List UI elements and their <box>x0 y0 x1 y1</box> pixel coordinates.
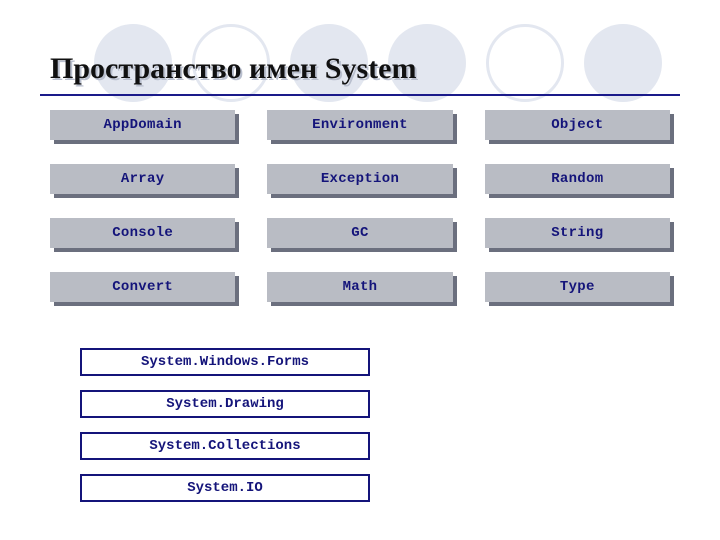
class-box: Environment <box>267 110 452 140</box>
class-box: Convert <box>50 272 235 302</box>
namespace-box: System.Windows.Forms <box>80 348 370 376</box>
class-box: Random <box>485 164 670 194</box>
class-box: Array <box>50 164 235 194</box>
class-label: AppDomain <box>50 110 235 140</box>
namespace-box: System.Drawing <box>80 390 370 418</box>
namespace-box: System.IO <box>80 474 370 502</box>
class-label: Object <box>485 110 670 140</box>
class-label: GC <box>267 218 452 248</box>
namespace-list: System.Windows.Forms System.Drawing Syst… <box>80 348 370 502</box>
namespace-box: System.Collections <box>80 432 370 460</box>
class-label: Console <box>50 218 235 248</box>
class-box: String <box>485 218 670 248</box>
class-box: Object <box>485 110 670 140</box>
slide-title: Пространство имен System <box>50 52 416 86</box>
class-label: Random <box>485 164 670 194</box>
class-box: AppDomain <box>50 110 235 140</box>
class-label: Math <box>267 272 452 302</box>
class-label: String <box>485 218 670 248</box>
class-label: Exception <box>267 164 452 194</box>
class-label: Type <box>485 272 670 302</box>
class-box: Console <box>50 218 235 248</box>
class-box: Math <box>267 272 452 302</box>
class-label: Convert <box>50 272 235 302</box>
class-box: Exception <box>267 164 452 194</box>
class-box: GC <box>267 218 452 248</box>
class-label: Array <box>50 164 235 194</box>
title-underline <box>40 94 680 96</box>
class-label: Environment <box>267 110 452 140</box>
class-box: Type <box>485 272 670 302</box>
class-grid: AppDomain Environment Object Array Excep… <box>50 110 670 302</box>
